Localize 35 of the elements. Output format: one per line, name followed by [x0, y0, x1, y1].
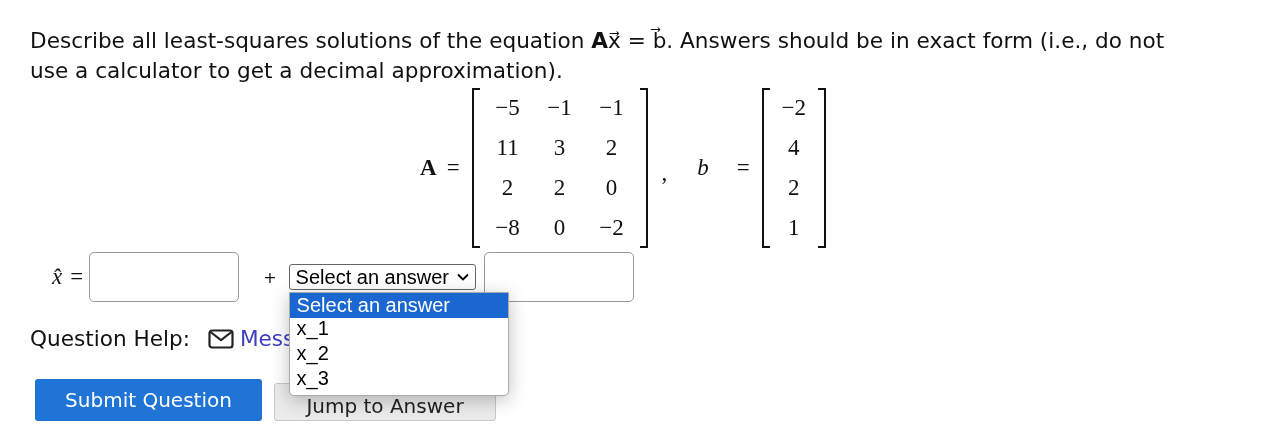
- matrix-entry: −8: [494, 214, 521, 242]
- matrix-entry: −2: [598, 214, 625, 242]
- answer-field[interactable]: [89, 252, 240, 302]
- dropdown-option[interactable]: Select an answer: [289, 293, 508, 318]
- matrix-entry: −1: [546, 94, 573, 122]
- vector-label: b⃗: [697, 155, 727, 181]
- question-help-label: Question Help:: [30, 326, 190, 351]
- equals-sign: =: [70, 264, 84, 290]
- dropdown-option[interactable]: x_1: [289, 318, 508, 343]
- matrix-entry: −1: [598, 94, 625, 122]
- caret-icon: [457, 273, 470, 281]
- question-text: Describe all least-squares solutions of the equation Ax⃗ = b⃗. Answers should be in exact form (i.e., do not use a calculator to get a decimal approximation).: [30, 26, 1166, 85]
- matrix-entry: 11: [495, 134, 520, 162]
- vector-entry: 1: [787, 214, 801, 242]
- matrix-entry: 2: [500, 174, 515, 202]
- answer-select[interactable]: Select an answer: [288, 264, 477, 290]
- submit-button[interactable]: Submit Question: [35, 379, 262, 421]
- answer-field[interactable]: [484, 252, 635, 302]
- matrix-entry: 0: [604, 174, 619, 202]
- equals-sign: =: [736, 155, 750, 181]
- x-hat-label: x̂: [52, 264, 63, 290]
- vector-entry: 4: [787, 134, 801, 162]
- matrix-entry: 2: [604, 134, 619, 162]
- matrix-entry: −5: [494, 94, 521, 122]
- matrix-label: A: [420, 155, 437, 181]
- equals-sign: =: [446, 155, 460, 181]
- matrix-entry: 2: [552, 174, 567, 202]
- plus-sign: +: [263, 267, 277, 287]
- matrix-entry: 3: [552, 134, 567, 162]
- vector-entry: 2: [787, 174, 801, 202]
- matrix-entry: 0: [552, 214, 567, 242]
- mail-icon: [207, 328, 234, 349]
- vector-entry: −2: [780, 94, 807, 122]
- dropdown-option[interactable]: x_2: [289, 343, 508, 368]
- comma: ,: [661, 159, 668, 186]
